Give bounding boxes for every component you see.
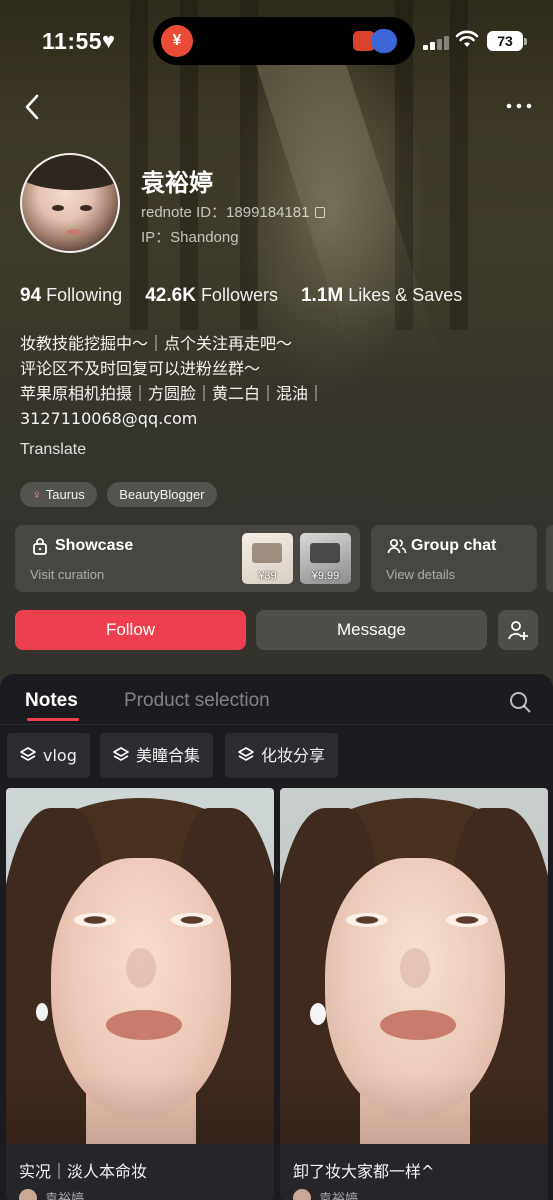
tag-category: BeautyBlogger (107, 482, 217, 507)
note-card[interactable]: 卸了妆大家都一样^ 袁裕婷 (280, 788, 548, 1200)
fork-knife-icon: ¥ (161, 25, 193, 57)
profile-name: 袁裕婷 (141, 169, 213, 197)
note-author[interactable]: 袁裕婷 (19, 1188, 84, 1200)
delivery-icon (353, 27, 401, 55)
note-title: 卸了妆大家都一样^ (293, 1162, 435, 1181)
tag-label: Taurus (45, 487, 85, 502)
bag-icon (31, 537, 49, 555)
translate-link[interactable]: Translate (20, 441, 86, 459)
battery-nub (524, 38, 527, 45)
tab-notes[interactable]: Notes (25, 690, 78, 712)
female-icon: ♀ (32, 487, 42, 502)
stat-value: 42.6K (145, 285, 196, 306)
collection-chip[interactable]: 美瞳合集 (100, 733, 214, 778)
stat-following[interactable]: 94 Following (20, 285, 122, 307)
dynamic-island[interactable]: ¥ (153, 17, 415, 65)
battery-indicator: 73 (487, 31, 523, 51)
layers-icon (20, 747, 36, 761)
note-card[interactable]: 实况｜淡人本命妆 袁裕婷 (6, 788, 274, 1200)
stat-label: Following (46, 285, 123, 305)
note-author[interactable]: 袁裕婷 (293, 1188, 358, 1200)
chip-label: 化妆分享 (261, 746, 326, 765)
stat-label: Followers (200, 285, 278, 305)
chip-label: vlog (43, 746, 77, 765)
copy-icon[interactable] (315, 207, 326, 218)
tab-product-selection[interactable]: Product selection (124, 690, 270, 712)
showcase-product-thumb[interactable]: ¥9.99 (300, 533, 351, 584)
search-icon[interactable] (508, 690, 532, 714)
avatar[interactable] (20, 153, 120, 253)
more-options-icon[interactable] (501, 92, 537, 120)
collection-chip[interactable]: vlog (7, 733, 90, 778)
back-icon[interactable] (18, 90, 48, 124)
wifi-icon (455, 30, 479, 54)
stat-value: 94 (20, 285, 42, 306)
message-button[interactable]: Message (256, 610, 487, 650)
profile-tags: ♀ Taurus BeautyBlogger (20, 482, 223, 507)
active-tab-indicator (27, 718, 79, 721)
stat-followers[interactable]: 42.6K Followers (145, 285, 278, 307)
showcase-card[interactable]: Showcase Visit curation ¥39 ¥9.99 (15, 525, 360, 592)
showcase-title: Showcase (55, 537, 134, 554)
author-avatar (19, 1188, 37, 1200)
stat-label: Likes & Saves (348, 285, 463, 305)
collection-chip[interactable]: 化妆分享 (225, 733, 339, 778)
status-time: 11:55 (42, 28, 103, 54)
bio-line: 评论区不及时回复可以进粉丝群～ (20, 359, 261, 378)
group-chat-subtitle: View details (386, 567, 456, 582)
stat-value: 1.1M (300, 285, 344, 306)
chip-label: 美瞳合集 (136, 746, 201, 765)
layers-icon (113, 747, 129, 761)
follow-button[interactable]: Follow (15, 610, 246, 650)
note-title: 实况｜淡人本命妆 (19, 1162, 148, 1181)
showcase-subtitle: Visit curation (30, 567, 105, 582)
signal-icon (423, 36, 451, 50)
product-price: ¥39 (258, 570, 277, 582)
bio-line: 3127110068@qq.com (20, 409, 198, 428)
tag-label: BeautyBlogger (119, 487, 205, 502)
status-bar: 11:55 ♥ ¥ 73 (0, 0, 553, 82)
ip-location: IP：Shandong (141, 229, 239, 246)
rednote-id[interactable]: rednote ID：1899184181 (141, 201, 326, 222)
profile-stats: 94 Following 42.6K Followers 1.1M Likes … (20, 285, 480, 307)
add-friend-button[interactable] (498, 610, 538, 650)
product-price: ¥9.99 (311, 570, 340, 582)
author-name: 袁裕婷 (45, 1192, 85, 1200)
bio-line: 苹果原相机拍摄｜方圆脸｜黄二白｜混油｜ (20, 384, 325, 403)
layers-icon (238, 747, 254, 761)
next-card-edge[interactable] (546, 525, 553, 592)
stat-likes-saves[interactable]: 1.1M Likes & Saves (301, 285, 462, 307)
group-chat-title: Group chat (411, 537, 497, 554)
add-user-icon (508, 621, 528, 640)
heart-icon: ♥ (102, 28, 116, 53)
rednote-id-text: rednote ID：1899184181 (141, 204, 310, 221)
note-cover-image (280, 788, 548, 1144)
author-avatar (293, 1188, 311, 1200)
tag-zodiac: ♀ Taurus (20, 482, 97, 507)
showcase-product-thumb[interactable]: ¥39 (242, 533, 293, 584)
group-chat-card[interactable]: Group chat View details (371, 525, 537, 592)
group-users-icon (387, 537, 407, 555)
author-name: 袁裕婷 (319, 1192, 359, 1200)
note-cover-image (6, 788, 274, 1144)
tab-divider (0, 724, 553, 725)
profile-bio: 妆教技能挖掘中～｜点个关注再走吧～ 评论区不及时回复可以进粉丝群～ 苹果原相机拍… (20, 331, 520, 431)
bio-line: 妆教技能挖掘中～｜点个关注再走吧～ (20, 334, 293, 353)
